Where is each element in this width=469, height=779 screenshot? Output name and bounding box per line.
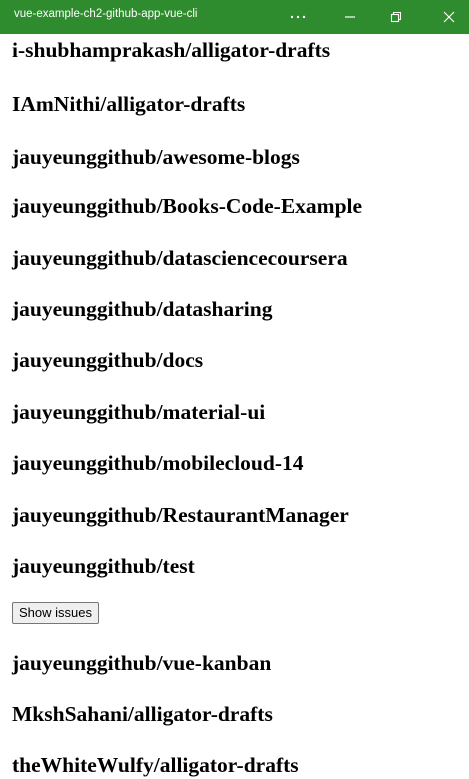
- show-issues-button[interactable]: Show issues: [12, 602, 99, 624]
- repo-name: i-shubhamprakash/alligator-drafts: [12, 38, 331, 62]
- repo-name: jauyeunggithub/vue-kanban: [12, 651, 272, 675]
- close-icon[interactable]: [429, 0, 469, 34]
- window-title: vue-example-ch2-github-app-vue-cli: [14, 8, 198, 20]
- repo-name: jauyeunggithub/awesome-blogs: [12, 145, 300, 169]
- more-icon[interactable]: [278, 0, 318, 34]
- title-bar: vue-example-ch2-github-app-vue-cli: [0, 0, 469, 34]
- repo-name: jauyeunggithub/datasharing: [12, 297, 273, 321]
- repo-name: jauyeunggithub/datasciencecoursera: [12, 246, 348, 270]
- repo-name: jauyeunggithub/material-ui: [12, 400, 266, 424]
- repo-name: jauyeunggithub/Books-Code-Example: [12, 194, 363, 218]
- minimize-icon[interactable]: [330, 0, 370, 34]
- repo-name: MkshSahani/alligator-drafts: [12, 702, 273, 726]
- repo-name: jauyeunggithub/docs: [12, 348, 204, 372]
- repo-name: jauyeunggithub/mobilecloud-14: [12, 451, 304, 475]
- repo-name: theWhiteWulfy/alligator-drafts: [12, 753, 299, 777]
- repo-name: jauyeunggithub/RestaurantManager: [12, 503, 349, 527]
- repo-name: jauyeunggithub/test: [12, 554, 195, 578]
- restore-icon[interactable]: [376, 0, 416, 34]
- repo-name: IAmNithi/alligator-drafts: [12, 92, 246, 116]
